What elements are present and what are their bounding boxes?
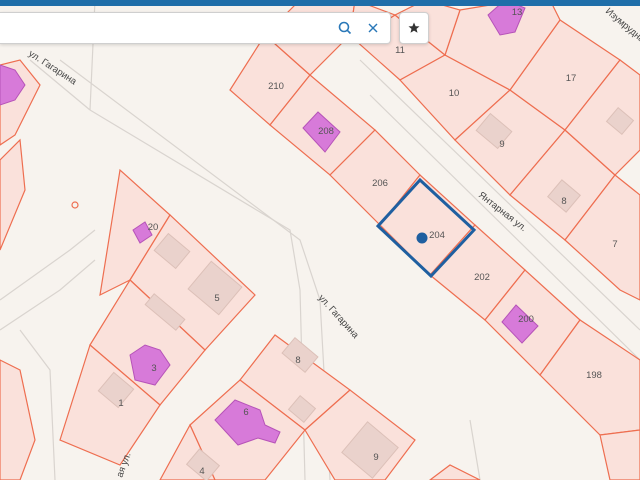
close-icon xyxy=(368,23,378,33)
plot-label: 17 xyxy=(566,73,577,84)
selected-plot-marker[interactable] xyxy=(416,232,428,244)
top-accent-bar xyxy=(0,0,640,6)
plot-label: 7 xyxy=(612,239,617,250)
clear-button[interactable] xyxy=(360,13,386,43)
plot-label: 202 xyxy=(474,272,490,283)
star-icon xyxy=(408,22,420,33)
plot-label: 204 xyxy=(429,230,445,241)
plot-label: 9 xyxy=(373,452,378,463)
search-input[interactable] xyxy=(0,13,320,43)
plot-label: 8 xyxy=(295,355,300,366)
plot-label: 9 xyxy=(499,139,504,150)
plot-label: 8 xyxy=(561,196,566,207)
plot-label: 210 xyxy=(268,81,284,92)
plot-label: 6 xyxy=(243,407,248,418)
search-button[interactable] xyxy=(332,13,358,43)
plot-label: 5 xyxy=(214,293,219,304)
plot-left-mid[interactable] xyxy=(0,138,26,251)
plot-left-low[interactable] xyxy=(0,359,36,480)
street-label-izumrudnaya: Изумрудная ул. xyxy=(603,6,640,58)
magnifier-icon xyxy=(338,21,352,35)
plot-label: 1 xyxy=(118,398,123,409)
plot-label: 3 xyxy=(151,363,156,374)
plot-label: 4 xyxy=(199,466,204,477)
plot-right-bottom[interactable] xyxy=(429,464,481,480)
block-south xyxy=(159,334,481,480)
plot-196[interactable] xyxy=(599,429,640,480)
plot-label: 11 xyxy=(395,45,405,56)
plot-label: 206 xyxy=(372,178,388,189)
plot-label: 10 xyxy=(449,88,460,99)
plot-label: 13 xyxy=(512,7,523,18)
point-marker xyxy=(71,201,79,209)
plot-label: 20 xyxy=(148,222,159,233)
cadastral-map[interactable]: 210 208 206 204 202 200 198 11 10 9 8 7 … xyxy=(0,0,640,480)
plot-label: 208 xyxy=(318,126,334,137)
plot-label: 200 xyxy=(518,314,534,325)
plot-label: 198 xyxy=(586,370,602,381)
favorites-button[interactable] xyxy=(399,12,429,44)
street-label-gagarina: ул. Гагарина xyxy=(316,293,361,342)
search-bar[interactable] xyxy=(0,12,391,44)
